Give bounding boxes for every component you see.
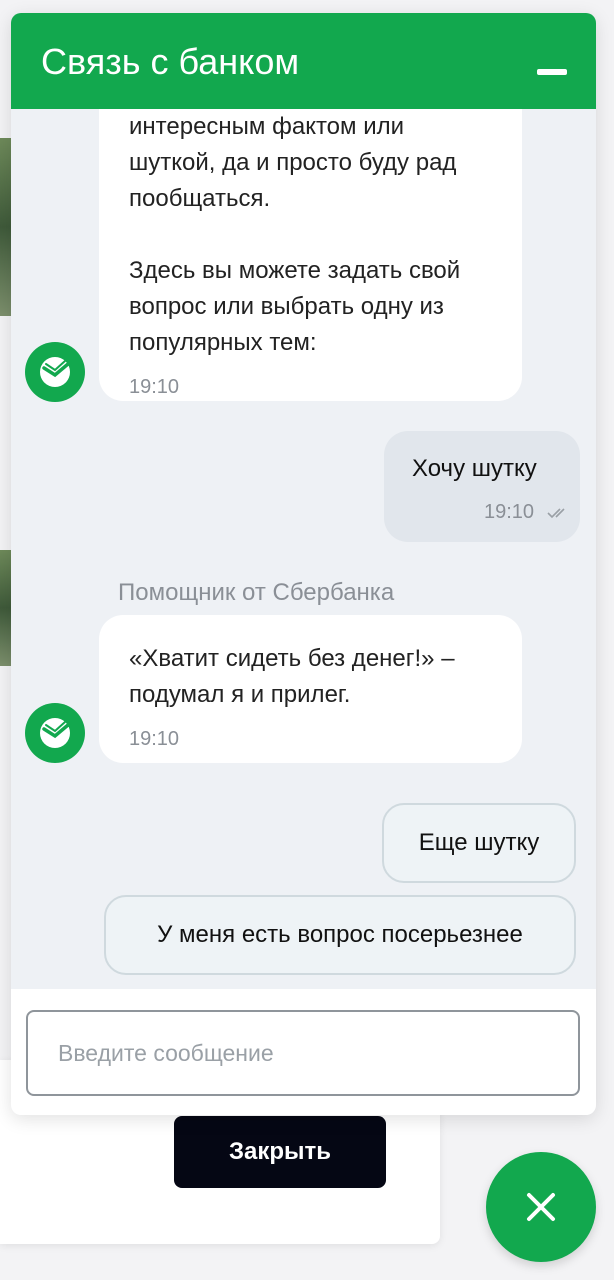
close-button[interactable]: Закрыть bbox=[174, 1116, 386, 1188]
bot-avatar bbox=[25, 703, 85, 763]
message-line: шуткой, да и просто буду рад bbox=[129, 149, 457, 176]
quick-reply-serious-question[interactable]: У меня есть вопрос посерьезнее bbox=[104, 895, 576, 975]
sber-logo-icon bbox=[40, 357, 70, 387]
message-line: интересным фактом или bbox=[129, 113, 405, 140]
message-line: вопрос или выбрать одну из bbox=[129, 293, 444, 320]
close-icon bbox=[527, 1193, 555, 1221]
chat-title: Связь с банком bbox=[41, 41, 300, 82]
message-line: популярных тем: bbox=[129, 329, 317, 356]
message-list: интересным фактом или шуткой, да и прост… bbox=[11, 13, 596, 989]
chat-toggle-button[interactable] bbox=[486, 1152, 596, 1262]
quick-reply-more-joke[interactable]: Еще шутку bbox=[382, 803, 576, 883]
bot-avatar bbox=[25, 342, 85, 402]
sber-logo-icon bbox=[40, 718, 70, 748]
bot-message: «Хватит сидеть без денег!» – подумал я и… bbox=[99, 615, 522, 763]
minimize-icon[interactable] bbox=[537, 69, 567, 75]
message-time: 19:10 bbox=[484, 501, 535, 523]
chat-header: Связь с банком bbox=[11, 13, 596, 109]
chat-widget: интересным фактом или шуткой, да и прост… bbox=[11, 13, 596, 1115]
user-message: Хочу шутку 19:10 bbox=[384, 431, 580, 542]
message-time: 19:10 bbox=[129, 728, 180, 750]
bot-message: интересным фактом или шуткой, да и прост… bbox=[99, 73, 522, 401]
message-line: пообщаться. bbox=[129, 185, 271, 212]
message-line: «Хватит сидеть без денег!» – bbox=[129, 645, 455, 672]
message-text: Хочу шутку bbox=[412, 455, 537, 482]
sender-name: Помощник от Сбербанка bbox=[118, 579, 395, 606]
message-input[interactable] bbox=[26, 1010, 580, 1096]
double-check-icon bbox=[547, 508, 565, 519]
message-time: 19:10 bbox=[129, 376, 180, 398]
input-area bbox=[11, 989, 596, 1115]
message-line: подумал я и прилег. bbox=[129, 681, 351, 708]
message-line: Здесь вы можете задать свой bbox=[129, 257, 461, 284]
